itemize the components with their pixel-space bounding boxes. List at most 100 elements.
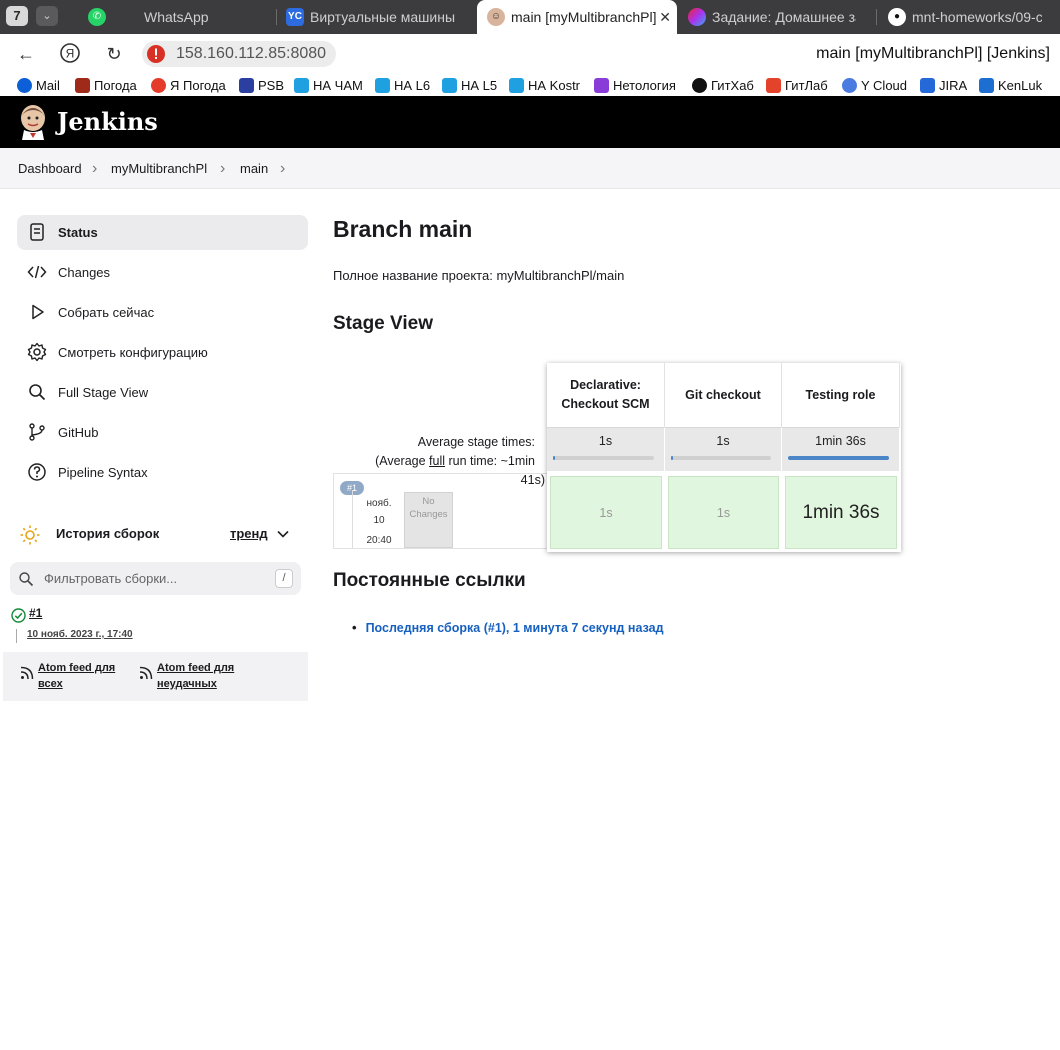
bookmark-gitlab[interactable]: ГитЛаб <box>766 77 828 95</box>
bookmark-jira[interactable]: JIRA <box>920 77 967 95</box>
bookmark-kenluk[interactable]: KenLuk <box>979 77 1042 95</box>
sun-icon <box>20 525 40 545</box>
sidebar-item-changes[interactable]: Changes <box>17 255 308 290</box>
jenkins-logo-icon[interactable] <box>18 104 48 140</box>
search-icon <box>29 384 46 401</box>
sidebar-item-pipeline-syntax[interactable]: Pipeline Syntax <box>17 455 308 490</box>
sidebar-item-github[interactable]: GitHub <box>17 415 308 450</box>
browser-tab-strip: 7 ⌄ ✆ WhatsApp YC Виртуальные машины | Y… <box>0 0 1060 34</box>
build-filter-input[interactable] <box>44 562 264 595</box>
average-run-time-suffix: 41s) <box>520 473 545 487</box>
stage-result-cell[interactable]: 1min 36s <box>785 476 897 549</box>
chevron-right-icon[interactable]: › <box>280 148 285 189</box>
no-changes-box: No Changes <box>404 492 453 548</box>
project-full-name: Полное название проекта: myMultibranchPl… <box>333 268 625 283</box>
whatsapp-icon: ✆ <box>88 8 106 26</box>
run-month: нояб. <box>366 498 392 509</box>
breadcrumb-main[interactable]: main <box>240 148 268 189</box>
breadcrumb-dashboard[interactable]: Dashboard <box>18 148 82 189</box>
url-field[interactable]: 158.160.112.85:8080 <box>142 41 336 67</box>
permalink-last-build[interactable]: Последняя сборка (#1), 1 минута 7 секунд… <box>352 619 664 637</box>
stage-average-bar-fill <box>671 456 673 460</box>
warning-icon[interactable] <box>146 44 166 64</box>
bookmark-ya-weather[interactable]: Я Погода <box>151 77 226 95</box>
stage-average-bar <box>553 456 654 460</box>
cloud-icon <box>842 78 857 93</box>
trend-link[interactable]: тренд <box>230 517 268 551</box>
svg-text:Я: Я <box>66 47 75 61</box>
bookmark-netology[interactable]: Нетология <box>594 77 676 95</box>
chevron-down-icon[interactable] <box>276 527 290 541</box>
stage-average-bar <box>788 456 889 460</box>
build-history-row[interactable]: #1 10 нояб. 2023 г., 17:40 <box>3 601 308 651</box>
play-icon <box>32 304 44 320</box>
bookmark-y-cloud[interactable]: Y Cloud <box>842 77 907 95</box>
stage-average-bar-fill <box>553 456 556 460</box>
tab-jenkins-main[interactable]: ☺ main [myMultibranchPl] ✕ <box>477 0 677 34</box>
yandex-icon[interactable]: Я <box>58 42 82 66</box>
run-day: 10 <box>373 515 385 526</box>
bookmark-na-kostr[interactable]: НА Kostr <box>509 77 580 95</box>
stage-header: Declarative: Checkout SCM <box>547 363 665 427</box>
bookmark-mail[interactable]: Mail <box>17 77 60 95</box>
stage-header: Testing role <box>782 363 900 427</box>
run-time: 20:40 <box>366 535 392 546</box>
gitlab-icon <box>766 78 781 93</box>
url-text: 158.160.112.85:8080 <box>176 45 327 62</box>
rss-icon <box>139 666 153 680</box>
sidebar-item-configuration[interactable]: Смотреть конфигурацию <box>17 335 308 370</box>
weather-icon <box>75 78 90 93</box>
umbrella-icon <box>151 78 166 93</box>
stage-average-bar <box>671 456 771 460</box>
chevron-right-icon: › <box>220 160 226 177</box>
bookmarks-bar: Mail Погода Я Погода PSB НА ЧАМ НА L6 НА… <box>0 74 1060 96</box>
sidebar-item-full-stage-view[interactable]: Full Stage View <box>17 375 308 410</box>
sidebar-item-status[interactable]: Status <box>17 215 308 250</box>
back-arrow-icon[interactable]: ← <box>14 42 38 66</box>
github-icon: ● <box>888 8 906 26</box>
help-icon <box>28 463 46 481</box>
tab-counter[interactable]: 7 <box>6 6 28 26</box>
build-date-link[interactable]: 10 нояб. 2023 г., 17:40 <box>27 629 133 640</box>
bookmark-na-cham[interactable]: НА ЧАМ <box>294 77 363 95</box>
full-run-link[interactable]: full <box>429 454 445 468</box>
tab-virtual-machines[interactable]: YC Виртуальные машины | Y <box>276 0 474 34</box>
stage-average: 1min 36s <box>782 427 900 471</box>
breadcrumb-multibranch[interactable]: myMultibranchPl <box>111 148 207 189</box>
build-history-header: История сборок тренд <box>10 517 300 551</box>
stage-view-table: Declarative: Checkout SCM 1s 1s Git checkou… <box>547 363 901 552</box>
bookmark-github[interactable]: ГитХаб <box>692 77 754 95</box>
chevron-right-icon: › <box>92 160 98 177</box>
bookmark-weather[interactable]: Погода <box>75 77 137 95</box>
home-assistant-icon <box>294 78 309 93</box>
kenluk-icon <box>979 78 994 93</box>
permalinks-heading: Постоянные ссылки <box>333 570 526 591</box>
close-icon[interactable]: ✕ <box>659 0 671 34</box>
timeline-divider <box>16 629 17 643</box>
chevron-down-icon[interactable]: ⌄ <box>36 6 58 26</box>
status-icon <box>30 223 44 241</box>
breadcrumb: Dashboard › myMultibranchPl › main › <box>0 148 1060 189</box>
page-title: main [myMultibranchPl] [Jenkins] <box>816 45 1050 62</box>
rss-icon <box>20 666 34 680</box>
bookmark-na-l6[interactable]: НА L6 <box>375 77 430 95</box>
tab-assignment[interactable]: Задание: Домашнее зада <box>678 0 874 34</box>
build-history-title: История сборок <box>56 526 160 541</box>
stage-result-cell[interactable]: 1s <box>668 476 779 549</box>
sidebar-item-build-now[interactable]: Собрать сейчас <box>17 295 308 330</box>
jenkins-title[interactable]: Jenkins <box>57 96 158 148</box>
tab-whatsapp[interactable]: ✆ WhatsApp <box>78 0 274 34</box>
stage-average-value: 1s <box>598 434 613 448</box>
bookmark-psb[interactable]: PSB <box>239 77 284 95</box>
average-stage-times-label: Average stage times: <box>417 435 535 449</box>
build-filter: / <box>10 562 301 595</box>
stage-average-value: 1s <box>716 434 730 448</box>
stage-result-cell[interactable]: 1s <box>550 476 662 549</box>
bookmark-na-l5[interactable]: НА L5 <box>442 77 497 95</box>
build-number-link[interactable]: #1 <box>29 606 42 620</box>
tab-github[interactable]: ● mnt-homeworks/09-ci-04 <box>878 0 1060 34</box>
reload-icon[interactable]: ↻ <box>102 42 126 66</box>
home-assistant-icon <box>442 78 457 93</box>
git-branch-icon <box>29 423 45 441</box>
address-bar: ← Я ↻ 158.160.112.85:8080 main [myMultib… <box>0 34 1060 74</box>
